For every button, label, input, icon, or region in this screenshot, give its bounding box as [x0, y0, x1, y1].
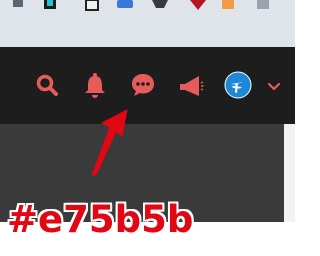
taskbar-icons — [13, 0, 269, 11]
shield-icon[interactable] — [190, 0, 206, 10]
page-edge — [284, 124, 295, 222]
os-taskbar — [0, 0, 295, 47]
grid-icon[interactable] — [257, 0, 269, 9]
app-header — [0, 47, 295, 124]
game-controller-icon[interactable] — [152, 0, 168, 8]
chat-bubble-icon[interactable] — [127, 69, 159, 101]
puzzle-extension-icon[interactable] — [117, 0, 133, 8]
bell-icon[interactable] — [79, 69, 111, 101]
app-tile-icon[interactable] — [13, 0, 23, 7]
device-icon[interactable] — [85, 0, 99, 11]
megaphone-icon[interactable] — [175, 69, 207, 101]
search-icon[interactable] — [31, 69, 63, 101]
profile-avatar-icon[interactable] — [222, 69, 254, 101]
orange-tile-icon[interactable] — [222, 0, 234, 9]
annotation-label: #e75b5b — [7, 198, 194, 241]
chevron-down-icon[interactable] — [262, 69, 286, 101]
